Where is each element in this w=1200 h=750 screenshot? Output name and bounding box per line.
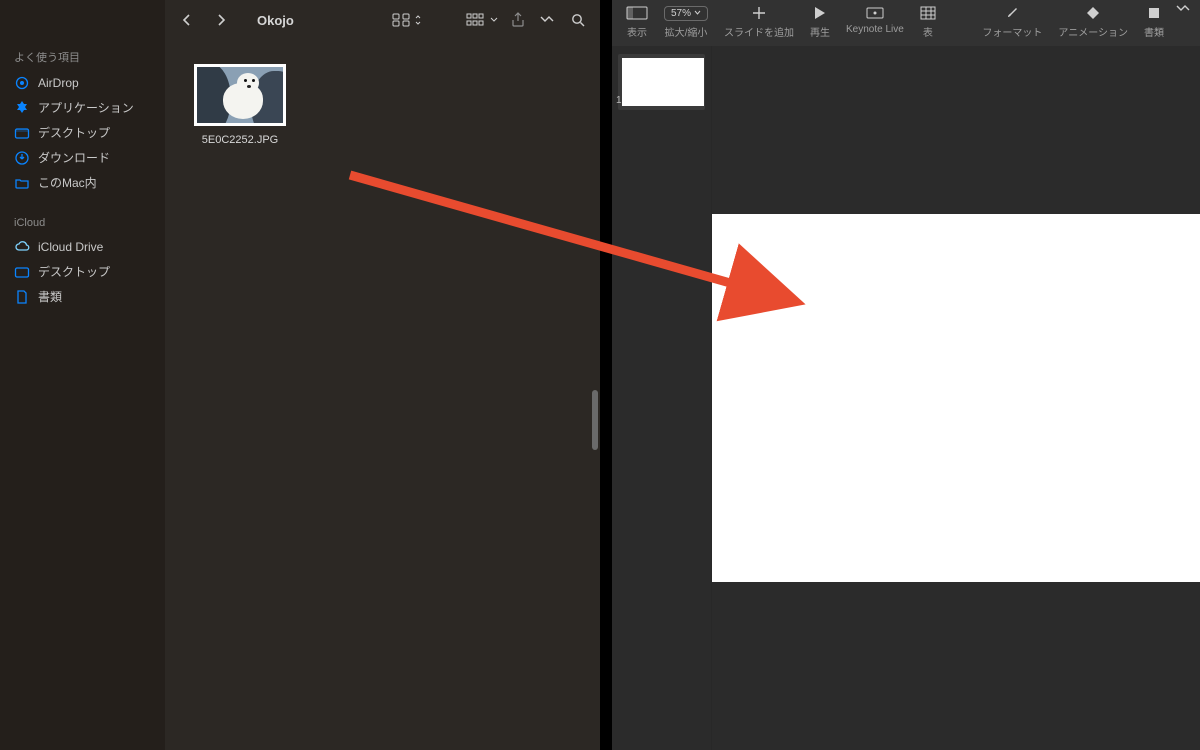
nav-back-button[interactable] — [177, 10, 197, 30]
sidebar-item-documents[interactable]: 書類 — [0, 284, 165, 309]
chevron-down-icon — [490, 16, 498, 24]
sidebar-item-iclouddrive[interactable]: iCloud Drive — [0, 235, 165, 259]
sidebar-item-downloads[interactable]: ダウンロード — [0, 145, 165, 170]
sidebar-item-desktop-icloud[interactable]: デスクトップ — [0, 259, 165, 284]
group-by-button[interactable] — [466, 13, 498, 27]
slide-canvas-area[interactable] — [712, 46, 1200, 750]
plus-icon — [752, 4, 766, 22]
play-button[interactable]: 再生 — [802, 4, 838, 44]
folder-icon — [14, 264, 30, 280]
more-button[interactable] — [538, 10, 558, 30]
search-button[interactable] — [568, 10, 588, 30]
sidebar-item-airdrop[interactable]: AirDrop — [0, 71, 165, 95]
add-slide-button[interactable]: スライドを追加 — [716, 4, 802, 44]
keynote-window: 表示 57% 拡大/縮小 スライドを追加 再生 — [612, 0, 1200, 750]
slide-thumbnail-preview — [622, 58, 704, 106]
keynote-live-button[interactable]: Keynote Live — [838, 4, 912, 44]
sidebar-item-label: デスクトップ — [38, 124, 110, 141]
toolbar-overflow-button[interactable] — [1172, 4, 1194, 14]
scrollbar-thumb[interactable] — [592, 390, 598, 450]
sidebar-item-label: iCloud Drive — [38, 240, 103, 254]
table-icon — [920, 4, 936, 22]
sidebar-item-label: デスクトップ — [38, 263, 110, 280]
brush-icon — [1005, 4, 1019, 22]
doc-icon — [14, 289, 30, 305]
sidebar-item-label: アプリケーション — [38, 99, 134, 116]
format-button[interactable]: フォーマット — [974, 4, 1050, 44]
finder-content[interactable]: 5E0C2252.JPG — [165, 40, 600, 750]
file-thumbnail — [194, 64, 286, 126]
slide-canvas[interactable] — [712, 214, 1200, 582]
folder-icon — [14, 125, 30, 141]
sidebar-item-applications[interactable]: アプリケーション — [0, 95, 165, 120]
chevron-updown-icon — [414, 14, 422, 26]
diamond-icon — [1086, 4, 1100, 22]
finder-window: よく使う項目 AirDrop アプリケーション デスクトップ — [0, 0, 600, 750]
animate-button[interactable]: アニメーション — [1050, 4, 1136, 44]
zoom-pill[interactable]: 57% — [664, 6, 708, 21]
file-name-label: 5E0C2252.JPG — [202, 134, 278, 146]
sidebar-item-thismac[interactable]: このMac内 — [0, 170, 165, 195]
folder-icon — [14, 175, 30, 191]
sidebar-item-label: 書類 — [38, 288, 62, 305]
sidebar-icloud-section: iCloud iCloud Drive デスクトップ 書類 — [0, 213, 165, 309]
sidebar-item-desktop[interactable]: デスクトップ — [0, 120, 165, 145]
keynote-toolbar: 表示 57% 拡大/縮小 スライドを追加 再生 — [612, 0, 1200, 46]
share-button[interactable] — [508, 10, 528, 30]
sidebar-item-label: AirDrop — [38, 76, 79, 90]
zoom-value: 57% — [671, 8, 691, 19]
slide-thumbnail[interactable]: 1 — [618, 54, 705, 110]
cloud-icon — [14, 239, 30, 255]
finder-toolbar: Okojo — [165, 0, 600, 40]
finder-title: Okojo — [257, 13, 294, 28]
slide-number: 1 — [616, 95, 622, 106]
airdrop-icon — [14, 75, 30, 91]
document-button[interactable]: 書類 — [1136, 4, 1172, 44]
sidebar-item-label: ダウンロード — [38, 149, 110, 166]
slide-navigator[interactable]: 1 — [612, 46, 712, 750]
play-icon — [814, 4, 826, 22]
live-icon — [865, 4, 885, 22]
document-icon — [1147, 4, 1161, 22]
window-divider — [600, 0, 612, 750]
table-button[interactable]: 表 — [912, 4, 944, 44]
zoom-button[interactable]: 57% 拡大/縮小 — [656, 4, 716, 44]
view-button[interactable]: 表示 — [618, 4, 656, 44]
keynote-body: 1 — [612, 46, 1200, 750]
download-icon — [14, 150, 30, 166]
apps-icon — [14, 100, 30, 116]
nav-forward-button[interactable] — [211, 10, 231, 30]
sidebar-item-label: このMac内 — [38, 174, 97, 191]
finder-main: Okojo — [165, 0, 600, 750]
sidebar-favorites-header: よく使う項目 — [0, 45, 165, 71]
sidebar-favorites-section: よく使う項目 AirDrop アプリケーション デスクトップ — [0, 45, 165, 195]
view-mode-button[interactable] — [392, 13, 422, 27]
view-icon — [626, 4, 648, 22]
file-item[interactable]: 5E0C2252.JPG — [185, 64, 295, 146]
chevron-down-icon — [694, 10, 701, 16]
sidebar-icloud-header: iCloud — [0, 213, 165, 235]
finder-sidebar: よく使う項目 AirDrop アプリケーション デスクトップ — [0, 0, 165, 750]
